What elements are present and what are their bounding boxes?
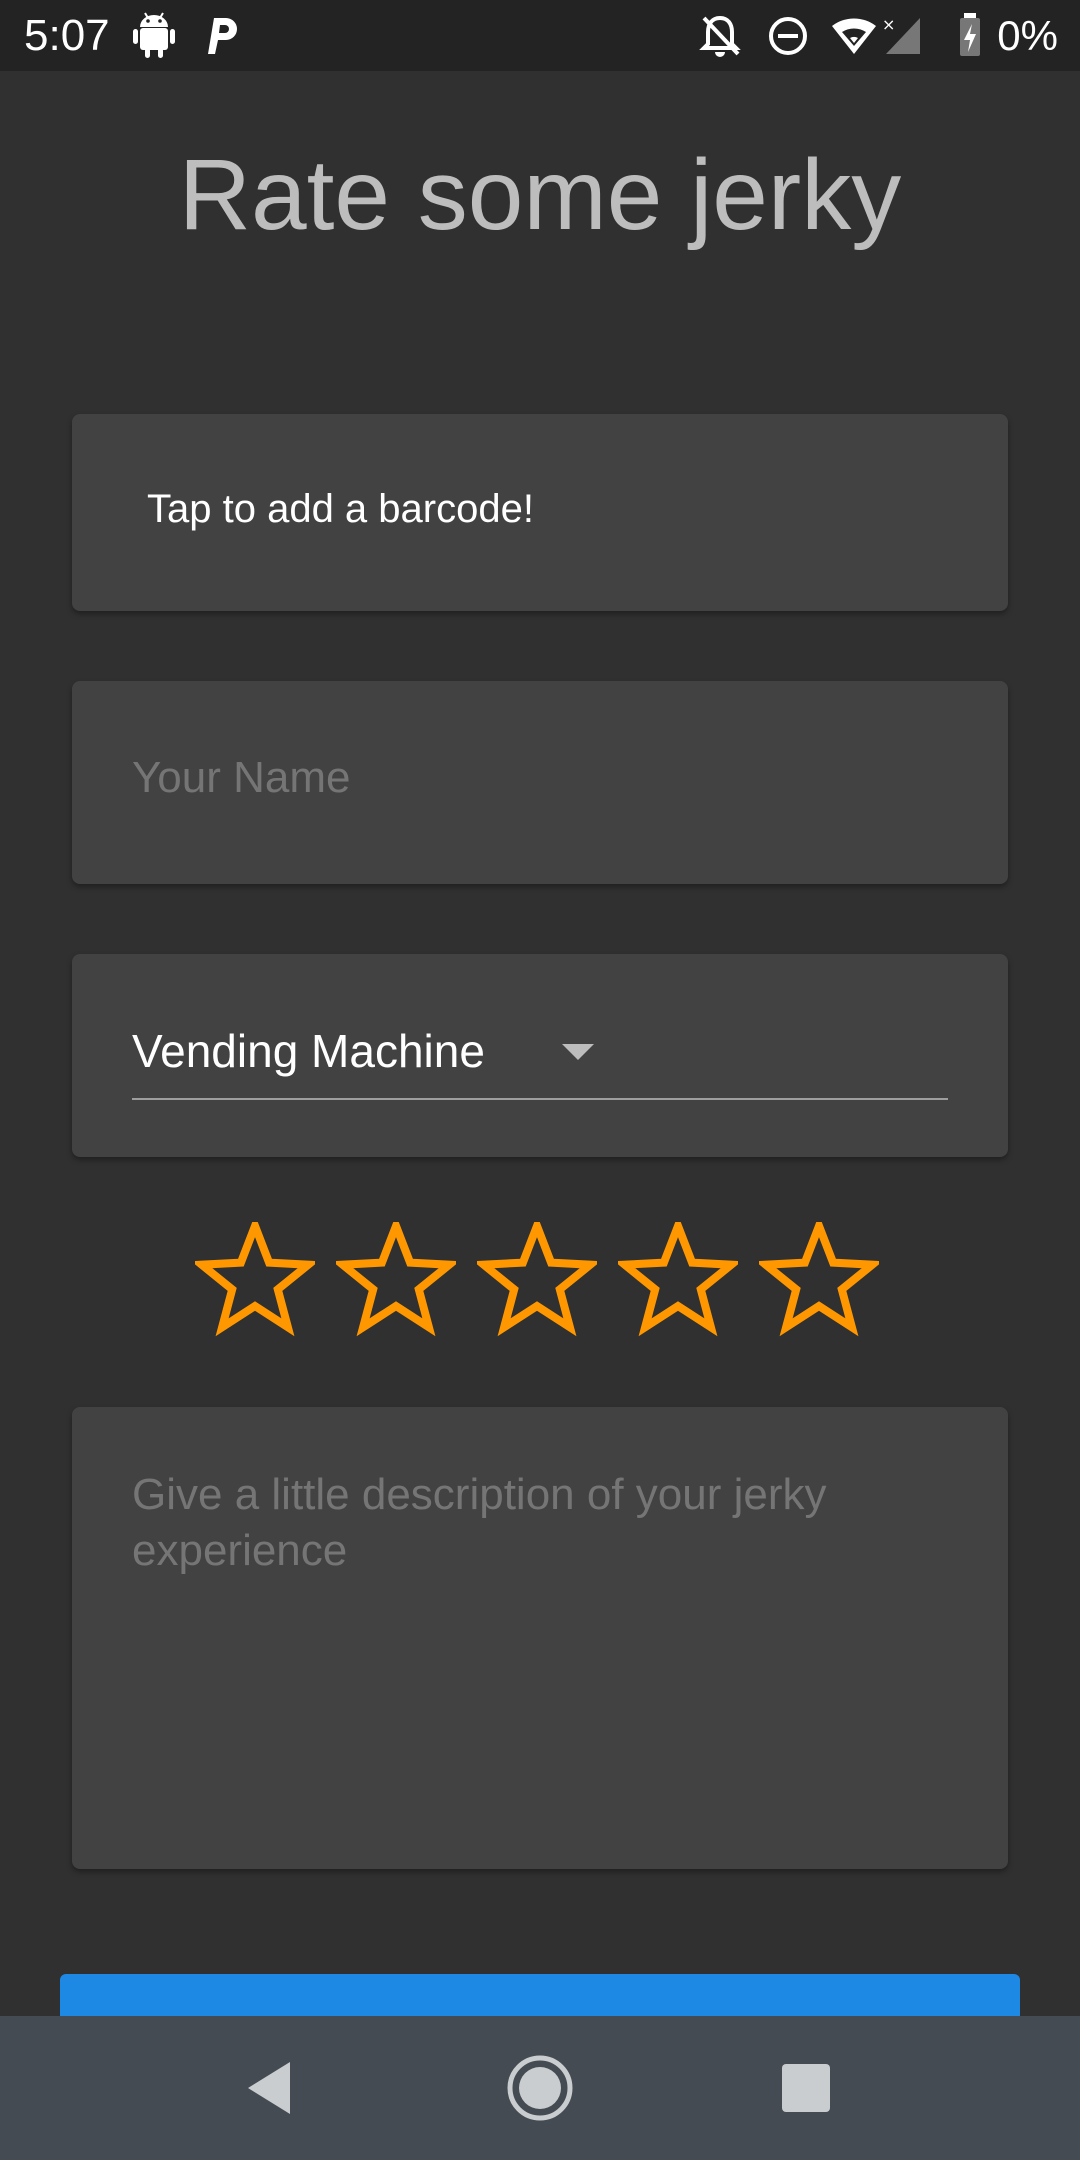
star-rating bbox=[195, 1222, 885, 1337]
source-dropdown[interactable]: Vending Machine bbox=[132, 1024, 948, 1100]
parking-app-icon bbox=[208, 18, 237, 54]
notifications-off-icon bbox=[699, 15, 741, 57]
svg-text:×: × bbox=[882, 15, 895, 34]
name-input[interactable] bbox=[132, 751, 952, 805]
navigation-bar bbox=[0, 2016, 1080, 2160]
home-icon[interactable] bbox=[504, 2052, 576, 2124]
recents-icon[interactable] bbox=[770, 2052, 842, 2124]
star-5-icon[interactable] bbox=[759, 1222, 879, 1337]
back-icon[interactable] bbox=[234, 2052, 306, 2124]
star-3-icon[interactable] bbox=[477, 1222, 597, 1337]
android-icon bbox=[133, 12, 175, 58]
status-time: 5:07 bbox=[24, 11, 110, 60]
description-card bbox=[72, 1407, 1008, 1869]
battery-percent: 0% bbox=[997, 12, 1058, 59]
star-4-icon[interactable] bbox=[618, 1222, 738, 1337]
status-bar: 5:07 × 0% bbox=[0, 0, 1080, 71]
source-dropdown-value: Vending Machine bbox=[132, 1025, 485, 1077]
source-dropdown-card: Vending Machine bbox=[72, 954, 1008, 1157]
do-not-disturb-icon bbox=[769, 17, 807, 55]
screen: 5:07 × 0% Rate some jerky Tap to add a b… bbox=[0, 0, 1080, 2160]
add-barcode-label: Tap to add a barcode! bbox=[147, 487, 534, 531]
battery-charging-icon bbox=[960, 13, 980, 56]
wifi-icon: × bbox=[832, 15, 920, 54]
dropdown-arrow-icon bbox=[562, 1044, 594, 1060]
description-input[interactable] bbox=[132, 1467, 948, 1807]
star-2-icon[interactable] bbox=[336, 1222, 456, 1337]
star-1-icon[interactable] bbox=[195, 1222, 315, 1337]
name-field-card bbox=[72, 681, 1008, 884]
page-title: Rate some jerky bbox=[178, 139, 902, 251]
add-barcode-button[interactable]: Tap to add a barcode! bbox=[72, 414, 1008, 611]
